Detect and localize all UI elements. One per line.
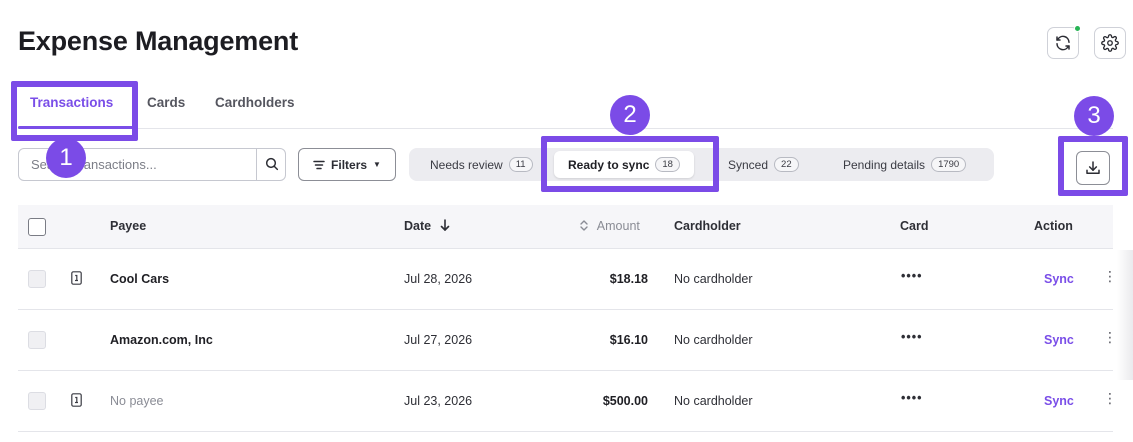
status-dot (1074, 25, 1081, 32)
callout-number-1: 1 (46, 138, 86, 178)
table-row[interactable]: No payee Jul 23, 2026 $500.00 No cardhol… (18, 371, 1117, 432)
more-options-icon[interactable]: ⋮ (1103, 391, 1117, 405)
column-header-amount-label: Amount (596, 219, 640, 233)
segment-count-badge: 11 (508, 157, 533, 172)
chevron-down-icon: ▼ (373, 160, 381, 169)
segment-label: Needs review (430, 157, 503, 172)
more-options-icon[interactable]: ⋮ (1103, 269, 1117, 283)
segment-synced[interactable]: Synced 22 (728, 148, 799, 181)
callout-box-ready-to-sync (541, 136, 719, 192)
callout-number-2: 2 (610, 95, 650, 135)
payee-cell: Amazon.com, Inc (110, 333, 213, 347)
card-cell: •••• (901, 330, 923, 344)
gear-icon (1101, 34, 1119, 52)
row-checkbox[interactable] (28, 392, 46, 410)
table-row[interactable]: Amazon.com, Inc Jul 27, 2026 $16.10 No c… (18, 310, 1117, 371)
receipt-icon[interactable] (71, 393, 82, 407)
date-cell: Jul 27, 2026 (404, 333, 473, 347)
column-header-action: Action (1034, 219, 1073, 233)
refresh-icon (1056, 35, 1070, 51)
column-header-date[interactable]: Date (404, 219, 450, 233)
date-cell: Jul 23, 2026 (404, 394, 473, 408)
segment-pending-details[interactable]: Pending details 1790 (843, 148, 967, 181)
card-cell: •••• (901, 269, 923, 283)
amount-cell: $18.18 (609, 272, 648, 286)
amount-cell: $500.00 (602, 394, 648, 408)
page-title: Expense Management (18, 26, 298, 56)
callout-number-3: 3 (1074, 96, 1114, 136)
callout-box-download (1058, 136, 1128, 196)
sync-action-link[interactable]: Sync (1044, 394, 1074, 408)
scroll-fade (1117, 250, 1133, 380)
segment-needs-review[interactable]: Needs review 11 (430, 148, 533, 181)
segment-label: Synced (728, 157, 769, 172)
payee-cell: No payee (110, 394, 164, 408)
table-header: Payee Date Amount Cardholder Card Action (18, 205, 1113, 249)
filters-label: Filters (331, 157, 368, 172)
date-cell: Jul 28, 2026 (404, 272, 473, 286)
column-header-card[interactable]: Card (900, 219, 928, 233)
more-options-icon[interactable]: ⋮ (1103, 330, 1117, 344)
sync-button[interactable] (1047, 25, 1081, 59)
tab-cards[interactable]: Cards (147, 95, 185, 110)
cardholder-cell: No cardholder (674, 333, 753, 347)
filters-button[interactable]: Filters ▼ (298, 148, 396, 181)
sort-icon (580, 220, 588, 231)
cardholder-cell: No cardholder (674, 394, 753, 408)
receipt-icon[interactable] (71, 271, 82, 285)
sync-action-link[interactable]: Sync (1044, 333, 1074, 347)
search-divider (256, 149, 257, 180)
table-row[interactable]: Cool Cars Jul 28, 2026 $18.18 No cardhol… (18, 249, 1117, 310)
filter-lines-icon (313, 160, 325, 169)
card-cell: •••• (901, 391, 923, 405)
callout-box-transactions-tab (11, 81, 138, 141)
cardholder-cell: No cardholder (674, 272, 753, 286)
select-all-checkbox[interactable] (28, 218, 46, 236)
segment-count-badge: 1790 (931, 157, 967, 172)
column-header-cardholder[interactable]: Cardholder (674, 219, 741, 233)
settings-button[interactable] (1094, 27, 1126, 59)
segment-count-badge: 22 (774, 157, 799, 172)
arrow-down-icon (440, 219, 449, 231)
tab-bar: Transactions Cards Cardholders (18, 95, 1113, 129)
payee-cell: Cool Cars (110, 272, 170, 286)
column-header-amount[interactable]: Amount (580, 219, 640, 233)
row-checkbox[interactable] (28, 331, 46, 349)
search-icon[interactable] (264, 156, 280, 172)
tab-cardholders[interactable]: Cardholders (215, 95, 295, 110)
amount-cell: $16.10 (609, 333, 648, 347)
column-header-date-label: Date (404, 219, 432, 233)
sync-action-link[interactable]: Sync (1044, 272, 1074, 286)
row-checkbox[interactable] (28, 270, 46, 288)
segment-label: Pending details (843, 157, 926, 172)
column-header-payee[interactable]: Payee (110, 219, 146, 233)
